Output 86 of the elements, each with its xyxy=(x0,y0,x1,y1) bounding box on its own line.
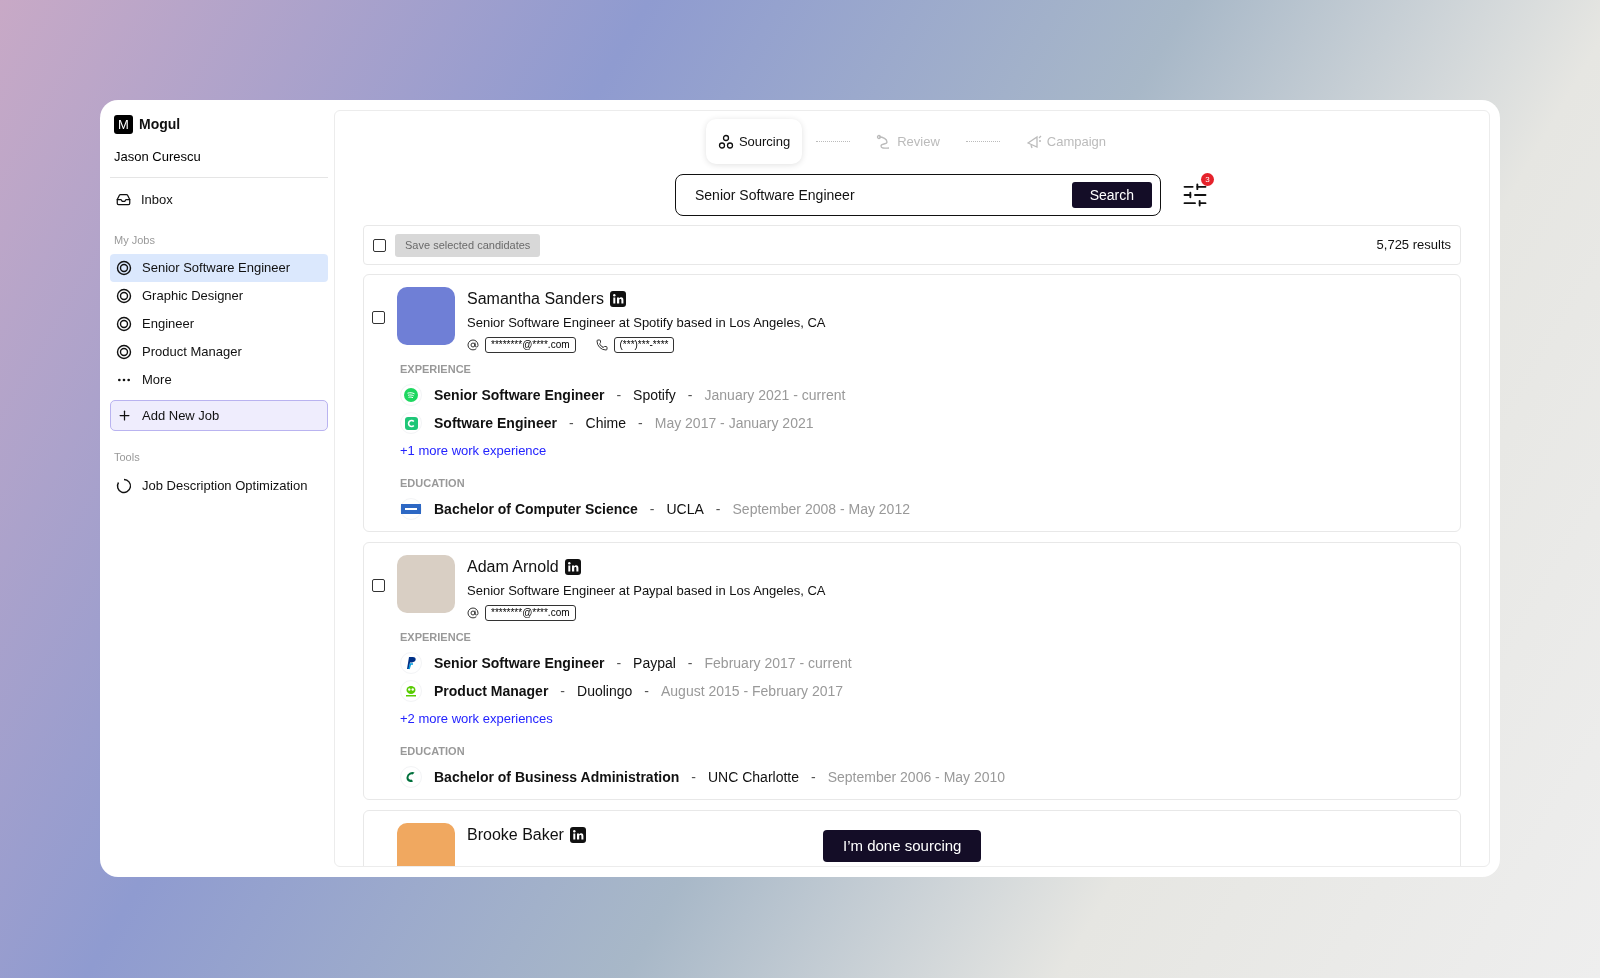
candidate-headline: Senior Software Engineer at Paypal based in Los Angeles, CA xyxy=(467,582,826,600)
separator: - xyxy=(638,413,643,433)
date-range: August 2015 - February 2017 xyxy=(660,681,844,701)
inbox-icon xyxy=(116,192,131,207)
entry-job-title: Software Engineer xyxy=(434,413,557,433)
linkedin-icon[interactable] xyxy=(610,291,626,307)
separator: - xyxy=(811,767,816,787)
search-button[interactable]: Search xyxy=(1071,182,1152,208)
section-heading: EXPERIENCE xyxy=(400,361,472,377)
date-range: May 2017 - January 2021 xyxy=(654,413,814,433)
step-tab[interactable]: Sourcing xyxy=(705,119,803,164)
candidate-name[interactable]: Adam Arnold xyxy=(467,555,559,579)
company-name: Chime xyxy=(585,413,627,433)
step-connector xyxy=(816,141,851,142)
date-range: September 2006 - May 2010 xyxy=(827,767,1006,787)
phone-icon xyxy=(595,338,608,351)
email-icon xyxy=(467,606,479,619)
job-item[interactable]: Engineer xyxy=(110,310,328,338)
done-sourcing-button[interactable]: I’m done sourcing xyxy=(823,830,982,862)
separator: - xyxy=(687,385,693,405)
separator: - xyxy=(691,767,696,787)
entry-job-title: Product Manager xyxy=(434,681,549,701)
date-range: September 2008 - May 2012 xyxy=(732,499,910,519)
target-icon xyxy=(116,288,132,304)
masked-email: ********@****.com xyxy=(485,336,576,353)
masked-email: ********@****.com xyxy=(485,604,576,621)
entry-degree-title: Bachelor of Computer Science xyxy=(434,499,638,519)
checkbox[interactable] xyxy=(372,578,385,592)
separator: - xyxy=(649,499,655,519)
plus-icon xyxy=(117,408,132,423)
section-heading: EXPERIENCE xyxy=(400,629,472,645)
target-icon xyxy=(116,316,132,332)
nodes-icon xyxy=(717,133,734,150)
more-experience-link[interactable]: +1 more work experience xyxy=(400,441,547,461)
job-item[interactable]: More xyxy=(110,366,328,394)
notification-badge: 3 xyxy=(1201,173,1214,186)
results-count: 5,725 results xyxy=(1376,236,1451,255)
checkbox[interactable] xyxy=(372,310,385,324)
separator: - xyxy=(568,413,574,433)
linkedin-icon[interactable] xyxy=(564,559,581,575)
photo-placeholder xyxy=(397,287,455,345)
email-icon xyxy=(467,338,479,351)
entry-job-title: Senior Software Engineer xyxy=(434,385,605,405)
date-range: February 2017 - current xyxy=(704,653,852,673)
more-experience-link[interactable]: +2 more work experiences xyxy=(400,709,553,729)
brand-name: Mogul xyxy=(139,115,181,134)
inbox-item[interactable]: Inbox xyxy=(110,185,328,214)
tool-item[interactable]: Job Description Optimization xyxy=(110,471,328,500)
entry-job-title: Senior Software Engineer xyxy=(434,653,605,673)
user-name: Jason Curescu xyxy=(110,147,328,178)
photo-placeholder xyxy=(397,823,455,866)
brand-logo: M xyxy=(114,115,133,134)
separator: - xyxy=(616,385,622,405)
search-field[interactable]: Senior Software Engineer Search xyxy=(675,174,1161,216)
section-label: My Jobs xyxy=(113,232,156,248)
checkbox[interactable] xyxy=(373,238,386,252)
job-item[interactable]: Product Manager xyxy=(110,338,328,366)
linkedin-icon[interactable] xyxy=(569,827,586,843)
candidate-name[interactable]: Samantha Sanders xyxy=(467,287,604,311)
company-name: Spotify xyxy=(633,385,676,405)
date-range: January 2021 - current xyxy=(704,385,846,405)
photo-placeholder xyxy=(397,555,455,613)
entry-degree-title: Bachelor of Business Administration xyxy=(434,767,680,787)
job-item[interactable]: Graphic Designer xyxy=(110,282,328,310)
target-icon xyxy=(116,344,132,360)
section-label: Tools xyxy=(113,450,141,465)
company-name: UCLA xyxy=(666,499,704,519)
megaphone-icon xyxy=(1025,133,1042,150)
separator: - xyxy=(644,681,649,701)
target-icon xyxy=(116,260,132,276)
filter-icon[interactable] xyxy=(1181,181,1209,209)
add-job-button[interactable]: Add New Job xyxy=(110,400,328,431)
section-heading: EDUCATION xyxy=(400,743,466,759)
company-name: Paypal xyxy=(633,653,676,673)
masked-phone: (***)***-**** xyxy=(613,336,675,353)
company-name: UNC Charlotte xyxy=(708,767,799,787)
candidate-name[interactable]: Brooke Baker xyxy=(467,823,564,847)
section-heading: EDUCATION xyxy=(400,475,466,491)
step-connector xyxy=(965,141,1000,142)
separator: - xyxy=(687,653,693,673)
separator: - xyxy=(715,499,721,519)
candidate-headline: Senior Software Engineer at Spotify based in Los Angeles, CA xyxy=(467,314,826,332)
company-name: Duolingo xyxy=(577,681,633,701)
separator: - xyxy=(616,653,622,673)
separator: - xyxy=(560,681,566,701)
job-item[interactable]: Senior Software Engineer xyxy=(110,254,328,282)
